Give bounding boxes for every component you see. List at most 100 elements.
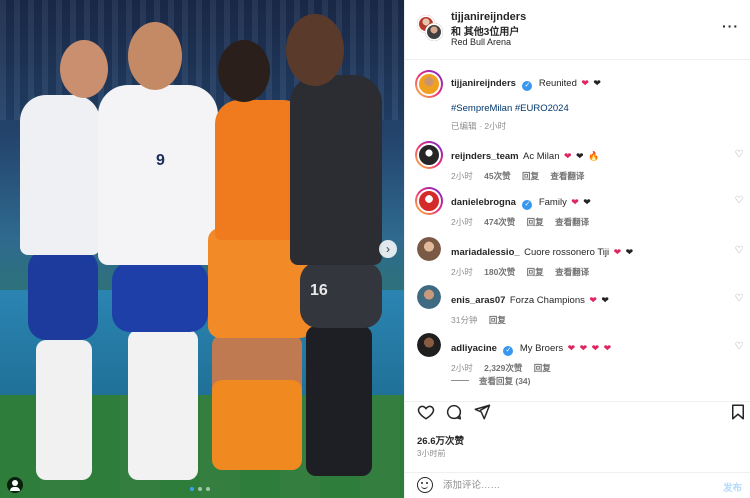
avatar[interactable]	[415, 187, 443, 215]
avatar[interactable]	[417, 285, 441, 309]
comment-username[interactable]: reijnders_team	[451, 151, 519, 162]
tagged-users-icon[interactable]	[7, 477, 23, 493]
like-comment-icon[interactable]: ♡	[733, 293, 745, 305]
comment-body: danielebrogna ✓ Family ❤ ❤ 2小时 474次赞 回复 …	[451, 192, 598, 228]
post-button[interactable]: 发布	[723, 480, 742, 494]
comment-meta: 2小时 2,329次赞 回复	[451, 362, 611, 374]
share-icon[interactable]	[473, 403, 491, 421]
comment-icon[interactable]	[445, 403, 463, 421]
reply-button[interactable]: 回复	[527, 267, 544, 277]
comments-scroll[interactable]: tijjanireijnders ✓ Reunited ❤ ❤ #SempreM…	[405, 61, 750, 401]
comment-username[interactable]: adliyacine	[451, 343, 497, 354]
comment-meta: 2小时 180次赞 回复 查看翻译	[451, 266, 633, 278]
like-comment-icon[interactable]: ♡	[733, 341, 745, 353]
translate-button[interactable]: 查看翻译	[555, 217, 589, 227]
more-options-icon[interactable]: ···	[722, 18, 739, 34]
post-header: tijjanireijnders 和 其他3位用户 Red Bull Arena…	[405, 0, 750, 60]
carousel-dot	[198, 487, 202, 491]
red-heart-icon: ❤	[579, 343, 588, 353]
comment-meta: 2小时 474次赞 回复 查看翻译	[451, 216, 598, 228]
comment-row: danielebrogna ✓ Family ❤ ❤ 2小时 474次赞 回复 …	[405, 185, 750, 233]
comment-body: reijnders_team Ac Milan ❤ ❤ 🔥 2小时 45次赞 回…	[451, 146, 599, 182]
red-heart-icon: ❤	[613, 247, 622, 257]
player-shape	[290, 75, 382, 265]
comment-text: Family	[538, 197, 567, 208]
comment-row: adliyacine ✓ My Broers ❤ ❤ ❤ ❤ 2小时 2,329…	[405, 331, 750, 375]
comment-row: mariadalessio_ Cuore rossonero Tiji ❤ ❤ …	[405, 235, 750, 281]
red-heart-icon: ❤	[581, 78, 589, 88]
verified-badge-icon: ✓	[503, 346, 514, 356]
avatar[interactable]	[417, 333, 441, 357]
edited-label: 已编辑	[451, 121, 477, 131]
reply-button[interactable]: 回复	[527, 217, 544, 227]
comment-row: enis_aras07 Forza Champions ❤ ❤ 31分钟 回复 …	[405, 283, 750, 329]
heart-icon[interactable]	[417, 403, 435, 421]
carousel-dots	[190, 487, 210, 491]
comment-time: 2小时	[451, 217, 473, 227]
comment-meta: 2小时 45次赞 回复 查看翻译	[451, 170, 599, 182]
verified-badge-icon: ✓	[522, 81, 533, 91]
player-shape	[112, 262, 208, 332]
red-heart-icon: ❤	[589, 295, 597, 305]
player-shape	[306, 326, 372, 476]
red-heart-icon: ❤	[563, 151, 572, 161]
black-heart-icon: ❤	[593, 78, 601, 88]
like-comment-icon[interactable]: ♡	[733, 245, 745, 257]
comment-body: adliyacine ✓ My Broers ❤ ❤ ❤ ❤ 2小时 2,329…	[451, 338, 611, 374]
player-shape	[98, 85, 218, 265]
comment-username[interactable]: mariadalessio_	[451, 247, 520, 258]
caption-hashtags[interactable]: #SempreMilan #EURO2024	[451, 103, 601, 114]
reply-button[interactable]: 回复	[489, 315, 506, 325]
comment-text: Cuore rossonero Tiji	[524, 247, 610, 258]
view-replies-button[interactable]: 查看回复 (34)	[451, 375, 530, 387]
avatar[interactable]	[415, 141, 443, 169]
player-shape	[128, 22, 182, 90]
avatar[interactable]	[425, 23, 443, 41]
post-photo[interactable]: 9 16 ›	[0, 0, 404, 498]
player-shape	[212, 380, 302, 470]
comment-likes[interactable]: 2,329次赞	[484, 363, 522, 373]
like-comment-icon[interactable]: ♡	[733, 149, 745, 161]
caption-username[interactable]: tijjanireijnders	[451, 78, 516, 89]
reply-button[interactable]: 回复	[534, 363, 551, 373]
red-heart-icon: ❤	[603, 343, 612, 353]
carousel-dot	[206, 487, 210, 491]
jersey-number: 9	[156, 152, 165, 169]
like-comment-icon[interactable]: ♡	[733, 195, 745, 207]
red-heart-icon: ❤	[567, 343, 576, 353]
translate-button[interactable]: 查看翻译	[550, 171, 584, 181]
red-heart-icon: ❤	[591, 343, 600, 353]
posted-time: 3小时前	[417, 449, 446, 458]
comment-input[interactable]	[443, 477, 693, 493]
caption-line: tijjanireijnders ✓ Reunited ❤ ❤ #SempreM…	[451, 73, 601, 132]
reply-button[interactable]: 回复	[522, 171, 539, 181]
likes-count[interactable]: 26.6万次赞	[417, 433, 464, 447]
bookmark-icon[interactable]	[729, 403, 747, 421]
comment-username[interactable]: danielebrogna	[451, 197, 516, 208]
comment-likes[interactable]: 474次赞	[484, 217, 515, 227]
comment-username[interactable]: enis_aras07	[451, 295, 505, 306]
comment-time: 2小时	[451, 171, 473, 181]
jersey-number: 16	[310, 282, 328, 299]
black-heart-icon: ❤	[625, 247, 634, 257]
location-link[interactable]: Red Bull Arena	[451, 37, 511, 47]
collab-others[interactable]: 和 其他3位用户	[451, 23, 519, 38]
translate-button[interactable]: 查看翻译	[555, 267, 589, 277]
comment-text: My Broers	[519, 343, 564, 354]
emoji-icon[interactable]	[417, 477, 433, 493]
header-username[interactable]: tijjanireijnders	[451, 11, 526, 23]
next-photo-button[interactable]: ›	[379, 240, 397, 258]
post-panel: tijjanireijnders 和 其他3位用户 Red Bull Arena…	[404, 0, 750, 498]
avatar[interactable]	[417, 237, 441, 261]
avatar[interactable]	[415, 70, 443, 98]
verified-badge-icon: ✓	[522, 200, 533, 210]
comment-body: enis_aras07 Forza Champions ❤ ❤ 31分钟 回复	[451, 290, 609, 326]
comment-time: 31分钟	[451, 315, 478, 325]
comment-likes[interactable]: 45次赞	[484, 171, 510, 181]
comment-text: Forza Champions	[509, 295, 585, 306]
comment-likes[interactable]: 180次赞	[484, 267, 515, 277]
black-heart-icon: ❤	[583, 197, 591, 207]
caption-meta: 已编辑 · 2小时	[451, 121, 507, 131]
comment-row: reijnders_team Ac Milan ❤ ❤ 🔥 2小时 45次赞 回…	[405, 139, 750, 185]
carousel-dot	[190, 487, 194, 491]
